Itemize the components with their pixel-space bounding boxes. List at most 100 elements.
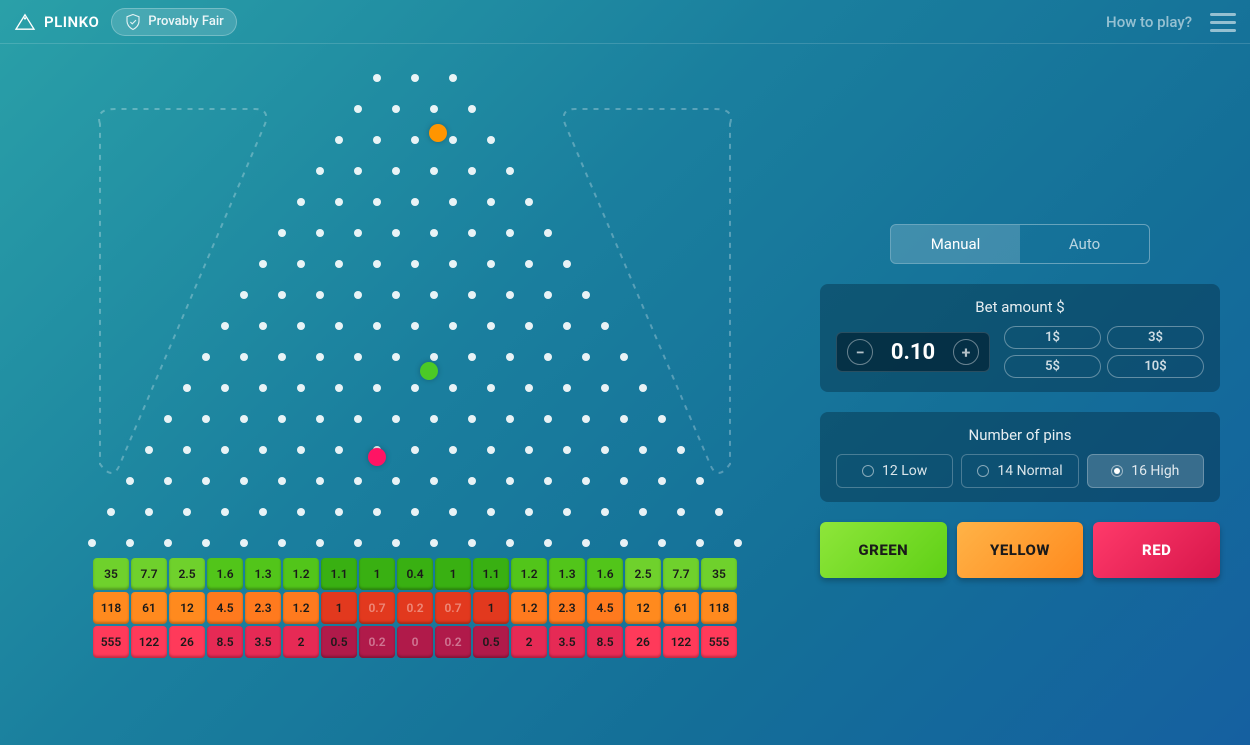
pin — [449, 260, 457, 268]
bet-value[interactable]: 0.10 — [885, 340, 941, 365]
pin — [506, 167, 514, 175]
pin — [468, 291, 476, 299]
play-red-button[interactable]: RED — [1093, 522, 1220, 578]
pin-row — [65, 291, 765, 299]
pin — [297, 260, 305, 268]
multiplier-cell: 2.3 — [549, 592, 585, 624]
pin — [487, 384, 495, 392]
pin — [354, 105, 362, 113]
multiplier-cell: 1.2 — [283, 558, 319, 590]
multiplier-cell: 26 — [169, 626, 205, 658]
pin — [354, 477, 362, 485]
pin — [202, 539, 210, 547]
mode-auto-button[interactable]: Auto — [1020, 225, 1149, 263]
pin — [506, 415, 514, 423]
pin — [316, 477, 324, 485]
bet-preset-5[interactable]: 5$ — [1004, 355, 1101, 378]
pin — [316, 229, 324, 237]
pin — [506, 539, 514, 547]
pin — [297, 384, 305, 392]
pin — [487, 322, 495, 330]
bet-preset-1[interactable]: 1$ — [1004, 326, 1101, 349]
bet-decrease-button[interactable]: − — [847, 339, 873, 365]
pin — [525, 260, 533, 268]
pins-option-16[interactable]: 16 High — [1087, 454, 1204, 488]
multiplier-cell: 0.5 — [473, 626, 509, 658]
multiplier-cell: 0.7 — [359, 592, 395, 624]
provably-fair-badge[interactable]: Provably Fair — [111, 8, 236, 36]
pin-row — [65, 167, 765, 175]
pin — [221, 384, 229, 392]
multiplier-cell: 35 — [93, 558, 129, 590]
pin — [563, 446, 571, 454]
pin — [335, 508, 343, 516]
pin — [620, 415, 628, 423]
pin — [601, 322, 609, 330]
pin — [392, 477, 400, 485]
pin — [544, 353, 552, 361]
pin — [392, 415, 400, 423]
pin — [411, 322, 419, 330]
bet-preset-10[interactable]: 10$ — [1107, 355, 1204, 378]
how-to-play-link[interactable]: How to play? — [1106, 13, 1192, 31]
multiplier-cell: 8.5 — [587, 626, 623, 658]
pin — [88, 539, 96, 547]
multiplier-cell: 3.5 — [549, 626, 585, 658]
play-buttons: GREEN YELLOW RED — [820, 522, 1220, 578]
play-yellow-button[interactable]: YELLOW — [957, 522, 1084, 578]
pin — [354, 353, 362, 361]
multiplier-cell: 8.5 — [207, 626, 243, 658]
shield-icon — [124, 13, 142, 31]
pin — [240, 477, 248, 485]
pin — [278, 353, 286, 361]
pin — [183, 446, 191, 454]
pin — [107, 508, 115, 516]
mode-manual-button[interactable]: Manual — [891, 225, 1020, 263]
pins-option-14[interactable]: 14 Normal — [961, 454, 1078, 488]
pin — [278, 477, 286, 485]
pin — [259, 508, 267, 516]
pin — [202, 415, 210, 423]
pin — [221, 322, 229, 330]
pin — [658, 539, 666, 547]
multiplier-rows: 357.72.51.61.31.21.110.411.11.21.31.62.5… — [65, 558, 765, 658]
pin — [278, 539, 286, 547]
pin — [221, 508, 229, 516]
header: PLINKO Provably Fair How to play? — [0, 0, 1250, 44]
pin — [468, 353, 476, 361]
multiplier-cell: 1.2 — [511, 592, 547, 624]
multiplier-cell: 1 — [321, 592, 357, 624]
pin — [639, 384, 647, 392]
pin — [468, 167, 476, 175]
pin — [525, 198, 533, 206]
multiplier-cell: 7.7 — [131, 558, 167, 590]
bet-preset-3[interactable]: 3$ — [1107, 326, 1204, 349]
pin — [487, 136, 495, 144]
pin-row — [65, 136, 765, 144]
pin — [373, 136, 381, 144]
bet-increase-button[interactable]: + — [953, 339, 979, 365]
pin — [449, 446, 457, 454]
play-green-button[interactable]: GREEN — [820, 522, 947, 578]
pin-row — [65, 229, 765, 237]
pin — [430, 229, 438, 237]
pin — [316, 415, 324, 423]
pin — [202, 477, 210, 485]
multiplier-cell: 35 — [701, 558, 737, 590]
plinko-logo-icon — [14, 13, 36, 31]
pin — [240, 539, 248, 547]
pin — [468, 415, 476, 423]
pins-option-12[interactable]: 12 Low — [836, 454, 953, 488]
multiplier-cell: 1 — [359, 558, 395, 590]
multiplier-cell: 118 — [93, 592, 129, 624]
multiplier-cell: 0.2 — [435, 626, 471, 658]
pin — [430, 291, 438, 299]
pin-row — [65, 353, 765, 361]
menu-icon[interactable] — [1210, 13, 1236, 31]
pin — [506, 353, 514, 361]
pin — [487, 446, 495, 454]
multiplier-cell: 12 — [169, 592, 205, 624]
pin — [240, 415, 248, 423]
pin — [525, 322, 533, 330]
pin — [639, 446, 647, 454]
